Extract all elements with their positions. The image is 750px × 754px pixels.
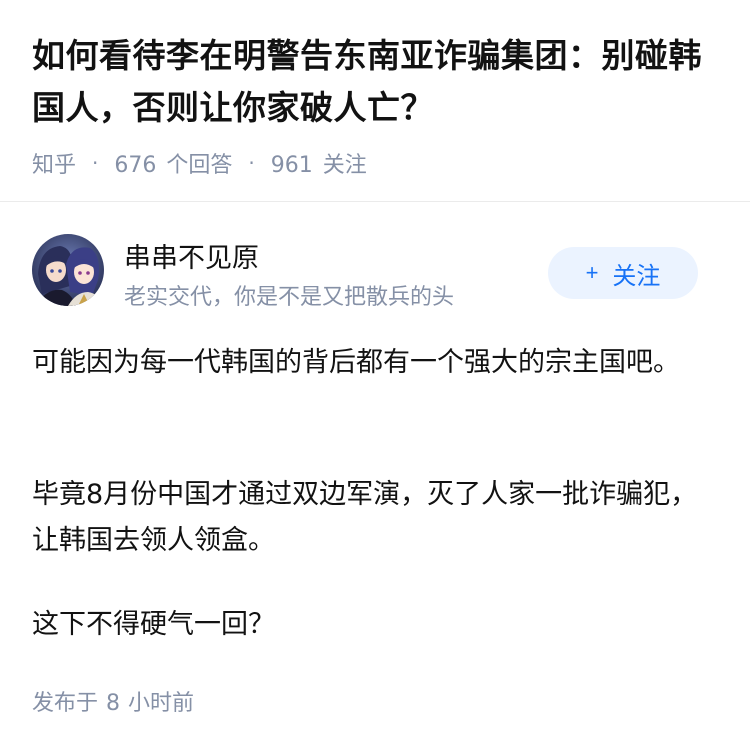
separator-dot: · [92, 151, 99, 175]
answer-card: 串串不见原 老实交代，你是不是又把散兵的头 + 关注 可能因为每一代韩国的背后都… [0, 202, 750, 716]
author-avatar[interactable] [32, 234, 104, 306]
publish-prefix: 发布于 [32, 691, 99, 716]
source-label[interactable]: 知乎 [32, 147, 76, 179]
answer-paragraph: 可能因为每一代韩国的背后都有一个强大的宗主国吧。 [32, 347, 680, 378]
answer-count-label: 个回答 [166, 153, 233, 178]
answer-paragraph: 这下不得硬气一回？ [32, 609, 275, 640]
follow-button[interactable]: + 关注 [548, 247, 698, 299]
publish-value: 8 [106, 691, 121, 716]
question-title[interactable]: 如何看待李在明警告东南亚诈骗集团：别碰韩国人，否则让你家破人亡？ [32, 30, 718, 134]
answer-count-link[interactable]: 676 个回答 [114, 147, 232, 179]
follower-count: 961 [270, 153, 313, 178]
author-row: 串串不见原 老实交代，你是不是又把散兵的头 + 关注 [0, 202, 750, 322]
follower-count-link[interactable]: 961 关注 [271, 147, 367, 179]
zhihu-answer-page: 如何看待李在明警告东南亚诈骗集团：别碰韩国人，否则让你家破人亡？ 知乎 · 67… [0, 0, 750, 754]
publish-unit: 小时前 [128, 691, 195, 716]
plus-icon: + [585, 260, 599, 285]
author-bio: 老实交代，你是不是又把散兵的头 [124, 285, 455, 310]
separator-dot: · [248, 151, 255, 175]
author-name[interactable]: 串串不见原 [124, 236, 259, 275]
question-meta: 知乎 · 676 个回答 · 961 关注 [32, 146, 718, 180]
answer-count: 676 [114, 153, 157, 178]
follower-count-label: 关注 [322, 153, 367, 178]
answer-paragraph: 毕竟8月份中国才通过双边军演，灭了人家一批诈骗犯，让韩国去领人领盒。 [32, 479, 698, 556]
question-header: 如何看待李在明警告东南亚诈骗集团：别碰韩国人，否则让你家破人亡？ 知乎 · 67… [0, 0, 750, 180]
publish-time: 发布于 8 小时前 [32, 685, 194, 717]
anime-avatar-icon [32, 234, 104, 306]
follow-button-label: 关注 [612, 262, 661, 290]
